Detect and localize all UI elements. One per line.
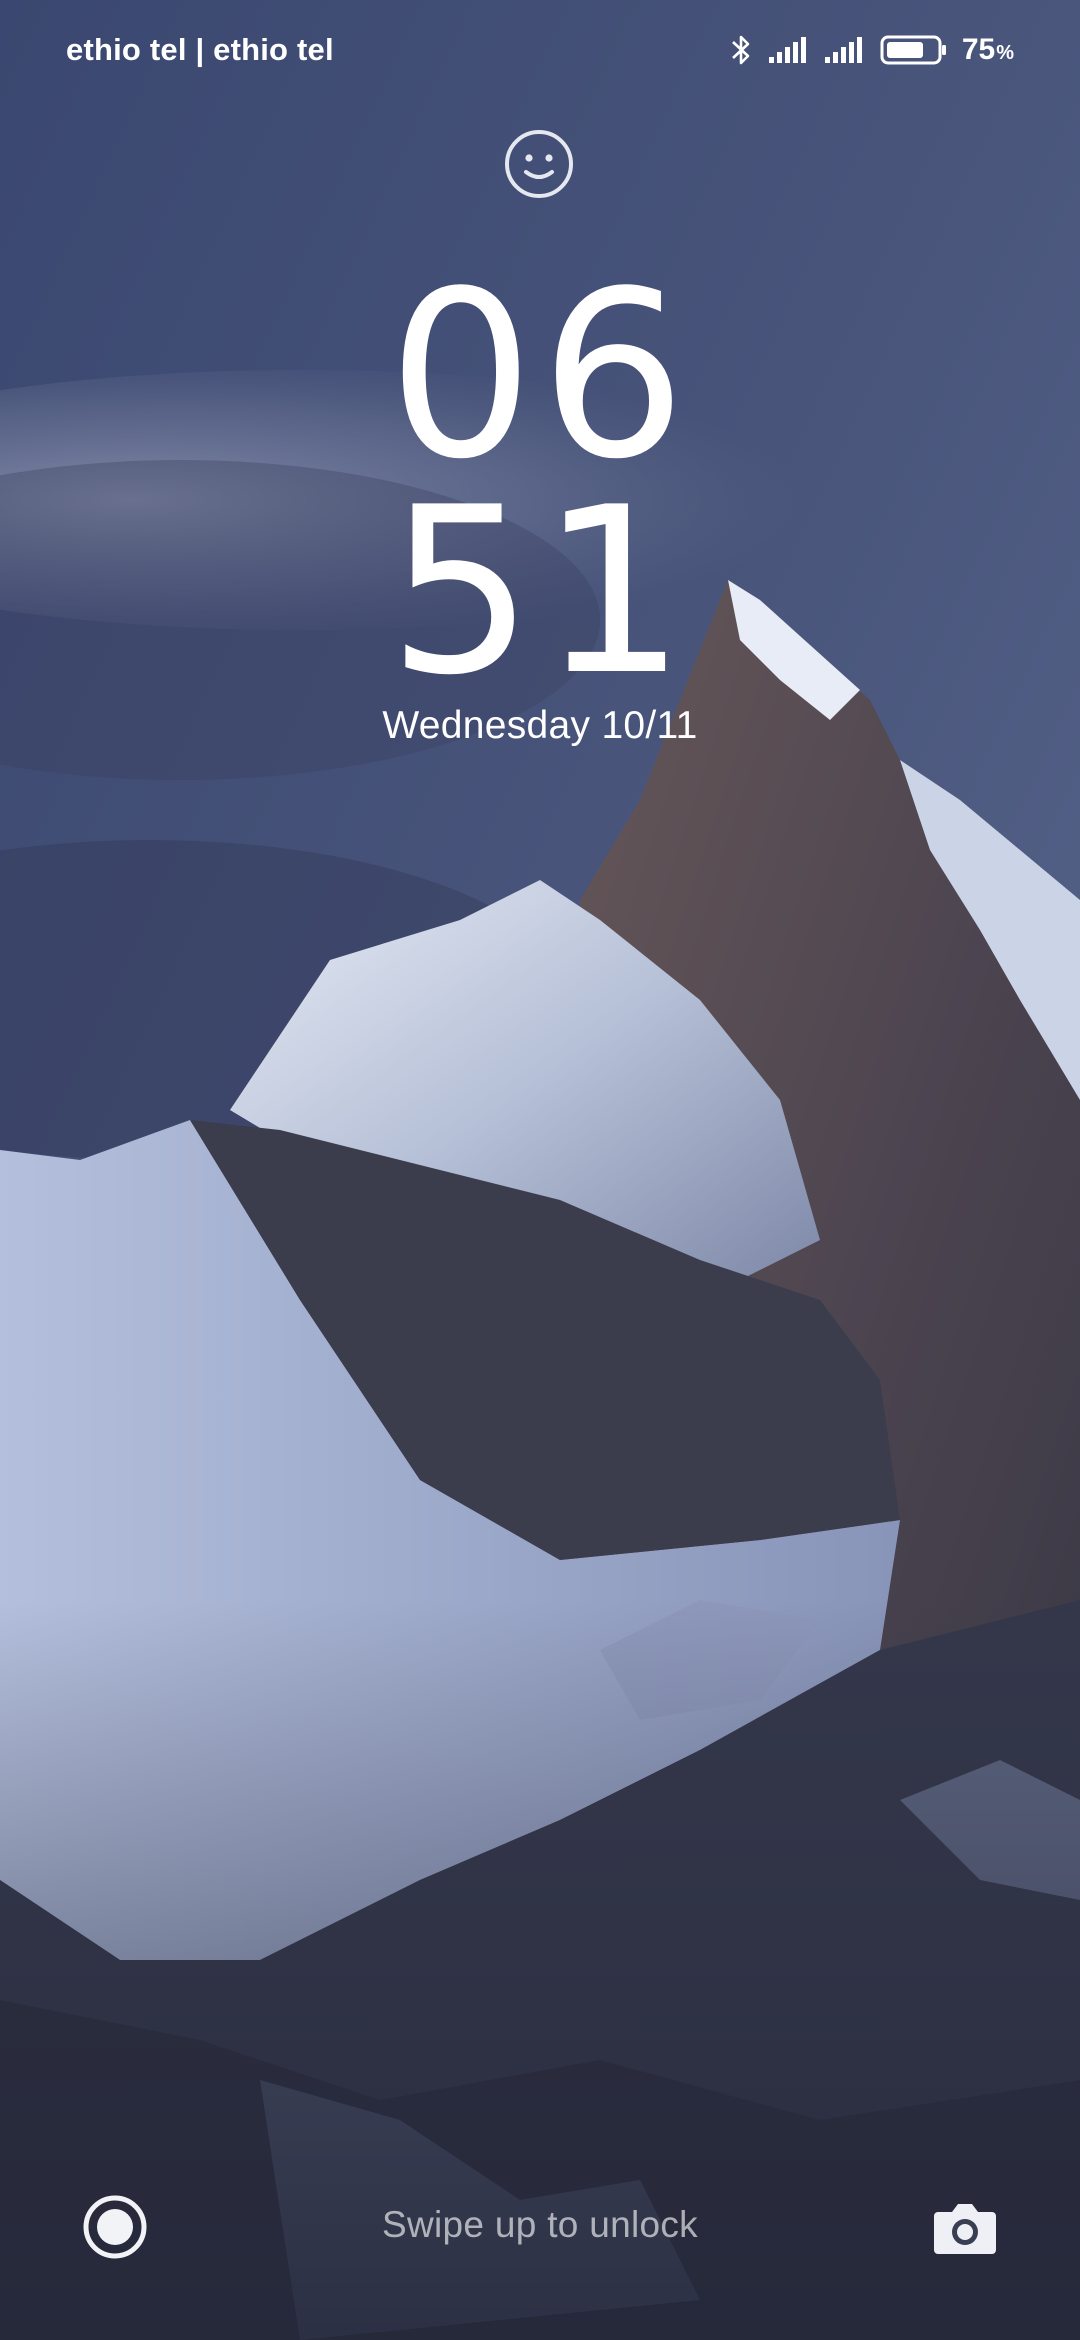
battery-icon (880, 35, 946, 65)
bluetooth-icon (731, 35, 750, 65)
carrier-label: ethio tel | ethio tel (66, 32, 334, 67)
battery-percent-value: 75 (961, 33, 996, 66)
smiley-face-icon[interactable] (503, 128, 575, 200)
date-label: Wednesday 10/11 (382, 704, 698, 747)
clock-minutes: 51 (0, 478, 1080, 708)
clock-hours: 06 (0, 262, 1080, 492)
status-icons: 75% (728, 33, 1014, 67)
swipe-to-unlock-hint[interactable]: Swipe up to unlock (0, 2204, 1080, 2246)
status-bar: ethio tel | ethio tel 75% (0, 0, 1080, 100)
camera-icon[interactable] (932, 2198, 998, 2256)
clock-minutes-text: 51 (387, 459, 693, 726)
battery-percent-unit: % (996, 42, 1014, 64)
battery-percent: 75% (962, 33, 1014, 67)
signal-icon (768, 37, 806, 63)
signal-icon (824, 37, 862, 63)
